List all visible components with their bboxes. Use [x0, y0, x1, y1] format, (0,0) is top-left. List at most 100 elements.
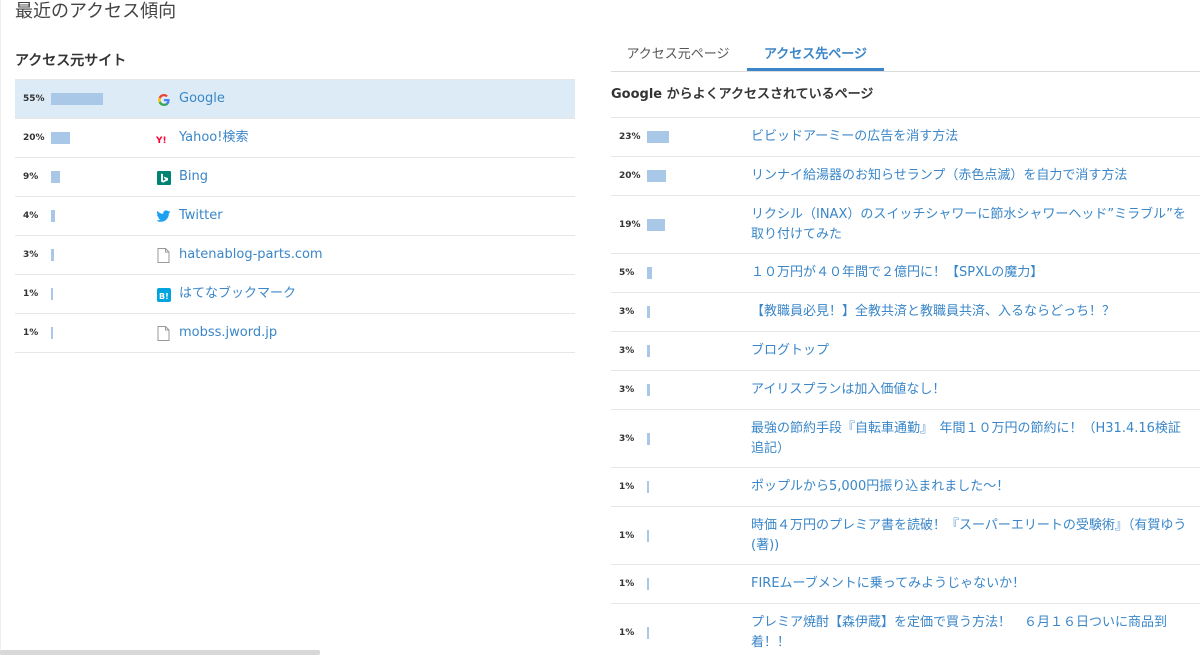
source-percentage: 1% — [23, 289, 39, 299]
source-percentage: 4% — [23, 211, 39, 221]
page-bar-track — [647, 578, 747, 590]
source-bar-track — [51, 93, 151, 105]
source-site-name[interactable]: Yahoo!検索 — [179, 119, 248, 157]
access-source-row[interactable]: 9% Bing — [15, 158, 575, 197]
page-percentage: 5% — [619, 268, 635, 278]
page-title-link[interactable]: プレミア焼酎【森伊蔵】を定価で買う方法！ ６月１６日ついに商品到着！！ — [751, 613, 1190, 653]
destination-page-row: 3% 最強の節約手段『自転車通勤』 年間１０万円の節約に！（H31.4.16検証追… — [611, 410, 1200, 468]
page-title-link[interactable]: 時価４万円のプレミア書を読破！『スーパーエリートの受験術』（有賀ゆう (著)) — [751, 516, 1190, 556]
source-site-name[interactable]: Bing — [179, 158, 208, 196]
yahoo-icon: Y! — [156, 131, 171, 146]
page-bar-track — [647, 218, 747, 231]
destination-pages-heading: Google からよくアクセスされているページ — [611, 87, 874, 102]
page-percentage: 1% — [619, 627, 635, 638]
page-bar-track — [647, 306, 747, 318]
page-bar-track — [647, 384, 747, 396]
destination-page-row: 3% ブログトップ — [611, 332, 1200, 371]
page-percentage: 19% — [619, 219, 641, 230]
source-bar-track — [51, 327, 151, 339]
svg-text:Y!: Y! — [156, 136, 167, 145]
source-bar — [51, 210, 55, 222]
page-title-link[interactable]: リンナイ給湯器のお知らせランプ（赤色点滅）を自力で消す方法 — [751, 166, 1190, 186]
page-bar — [647, 170, 666, 182]
source-bar — [51, 93, 104, 105]
source-site-name[interactable]: Google — [179, 80, 225, 118]
page-title-link[interactable]: アイリスプランは加入価値なし！ — [751, 380, 1190, 400]
access-source-row[interactable]: 3% hatenablog-parts.com — [15, 236, 575, 275]
page-bar-track — [647, 481, 747, 493]
page-title-link[interactable]: 最強の節約手段『自転車通勤』 年間１０万円の節約に！（H31.4.16検証追記） — [751, 419, 1190, 459]
destination-page-row: 5% １０万円が４０年間で２億円に！【SPXLの魔力】 — [611, 254, 1200, 293]
source-site-name[interactable]: はてなブックマーク — [179, 275, 296, 313]
destination-page-row: 23% ビビッドアーミーの広告を消す方法 — [611, 118, 1200, 157]
tab-destination-pages[interactable]: アクセス先ページ — [747, 40, 884, 71]
source-site-name[interactable]: hatenablog-parts.com — [179, 236, 323, 274]
page-bar — [647, 345, 650, 357]
source-site-name[interactable]: mobss.jword.jp — [179, 314, 277, 352]
page-bar — [647, 432, 650, 445]
access-source-row[interactable]: 1% mobss.jword.jp — [15, 314, 575, 353]
source-percentage: 55% — [23, 94, 45, 104]
access-source-row[interactable]: 1% B! はてなブックマーク — [15, 275, 575, 314]
page-percentage: 1% — [619, 579, 635, 589]
page-bar — [647, 481, 649, 493]
page-title-link[interactable]: ビビッドアーミーの広告を消す方法 — [751, 127, 1190, 147]
source-bar — [51, 132, 70, 144]
page-bar-track — [647, 529, 747, 542]
page-title-link[interactable]: ポップルから5,000円振り込まれました～！ — [751, 477, 1190, 497]
page-title-link[interactable]: FIREムーブメントに乗ってみようじゃないか！ — [751, 574, 1190, 594]
page-bar-track — [647, 267, 747, 279]
source-bar — [51, 327, 53, 339]
page-title-link[interactable]: ブログトップ — [751, 341, 1190, 361]
page-title-link[interactable]: １０万円が４０年間で２億円に！【SPXLの魔力】 — [751, 263, 1190, 283]
page-bar — [647, 131, 669, 143]
source-bar-track — [51, 132, 151, 144]
source-bar-track — [51, 249, 151, 261]
page-bar-track — [647, 345, 747, 357]
page-bar-track — [647, 432, 747, 445]
source-bar — [51, 249, 54, 261]
page-title-link[interactable]: リクシル（INAX）のスイッチシャワーに節水シャワーヘッド”ミラブル”を取り付け… — [751, 205, 1190, 245]
page-bar — [647, 626, 649, 639]
page-tabs: アクセス元ページ アクセス先ページ — [611, 40, 1200, 72]
destination-page-row: 20% リンナイ給湯器のお知らせランプ（赤色点滅）を自力で消す方法 — [611, 157, 1200, 196]
bing-icon — [156, 170, 171, 185]
page-bar-track — [647, 170, 747, 182]
page-bar — [647, 267, 652, 279]
destination-page-list: 23% ビビッドアーミーの広告を消す方法 20% リンナイ給湯器のお知らせランプ（赤色… — [611, 117, 1200, 655]
page-percentage: 3% — [619, 346, 635, 356]
destination-page-row: 1% FIREムーブメントに乗ってみようじゃないか！ — [611, 565, 1200, 604]
panel-divider — [0, 0, 1, 655]
destination-page-row: 3% 【教職員必見！】全教共済と教職員共済、入るならどっち！？ — [611, 293, 1200, 332]
source-percentage: 3% — [23, 250, 39, 260]
google-icon — [156, 92, 171, 107]
source-site-name[interactable]: Twitter — [179, 197, 223, 235]
destination-page-row: 19% リクシル（INAX）のスイッチシャワーに節水シャワーヘッド”ミラブル”を取… — [611, 196, 1200, 254]
source-bar-track — [51, 210, 151, 222]
page-bar — [647, 529, 649, 542]
tab-source-pages[interactable]: アクセス元ページ — [611, 40, 745, 71]
page-bar — [647, 578, 649, 590]
source-bar-track — [51, 171, 151, 183]
page-title-link[interactable]: 【教職員必見！】全教共済と教職員共済、入るならどっち！？ — [751, 302, 1190, 322]
page-percentage: 3% — [619, 307, 635, 317]
access-source-row[interactable]: 4% Twitter — [15, 197, 575, 236]
page-bar — [647, 306, 650, 318]
page-icon — [156, 326, 171, 341]
destination-page-row: 1% プレミア焼酎【森伊蔵】を定価で買う方法！ ６月１６日ついに商品到着！！ — [611, 604, 1200, 655]
page-bar-track — [647, 131, 747, 143]
access-source-row[interactable]: 55% Google — [15, 80, 575, 119]
page-percentage: 23% — [619, 132, 641, 142]
access-source-row[interactable]: 20% Y! Yahoo!検索 — [15, 119, 575, 158]
page-percentage: 20% — [619, 171, 641, 181]
source-percentage: 1% — [23, 328, 39, 338]
access-page-panel: アクセス元ページ アクセス先ページ Google からよくアクセスされているペー… — [611, 40, 1200, 655]
page-percentage: 1% — [619, 530, 635, 541]
access-source-panel: アクセス元サイト 55% Google 20% Y! Yahoo!検索 9% Bing 4% T… — [15, 44, 575, 353]
page-bar-track — [647, 626, 747, 639]
source-percentage: 20% — [23, 133, 45, 143]
horizontal-scrollbar[interactable] — [0, 650, 320, 655]
destination-page-row: 3% アイリスプランは加入価値なし！ — [611, 371, 1200, 410]
source-percentage: 9% — [23, 172, 39, 182]
hatena-bookmark-icon: B! — [156, 287, 171, 302]
